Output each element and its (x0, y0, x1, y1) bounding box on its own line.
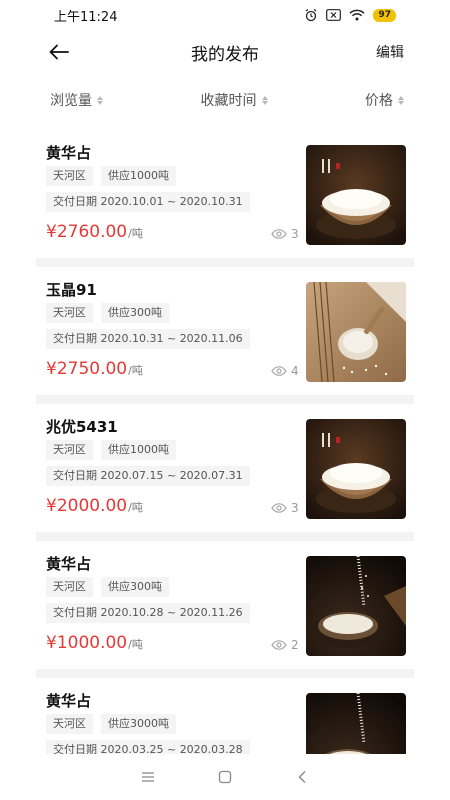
status-icons: 97 (304, 8, 396, 22)
sort-by-views[interactable]: 浏览量 (50, 90, 103, 110)
delivery-date: 交付日期 2020.07.15 ~ 2020.07.31 (46, 466, 250, 486)
price-unit: /吨 (128, 501, 143, 514)
item-name: 黄华占 (46, 555, 92, 573)
price-amount: ¥2000.00 (46, 496, 128, 516)
supply-tag: 供应3000吨 (101, 714, 176, 734)
district-tag: 天河区 (46, 440, 93, 460)
list-item[interactable]: 兆优5431 天河区 供应1000吨 交付日期 2020.07.15 ~ 202… (36, 404, 414, 541)
delivery-date: 交付日期 2020.10.31 ~ 2020.11.06 (46, 329, 250, 349)
back-button[interactable] (46, 40, 72, 64)
price-unit: /吨 (128, 364, 143, 377)
item-tags: 天河区 供应1000吨 (46, 440, 176, 460)
delivery-date: 交付日期 2020.10.28 ~ 2020.11.26 (46, 603, 250, 623)
item-name: 玉晶91 (46, 281, 97, 299)
sort-by-time[interactable]: 收藏时间 (201, 90, 268, 110)
supply-tag: 供应300吨 (101, 303, 169, 323)
district-tag: 天河区 (46, 166, 93, 186)
eye-icon (271, 640, 287, 650)
status-time: 上午11:24 (54, 9, 118, 25)
back-arrow-icon (49, 44, 69, 60)
home-nav-button[interactable] (205, 762, 245, 792)
home-square-icon (218, 770, 232, 784)
rice-bowl-image (306, 419, 406, 519)
delivery-date: 交付日期 2020.10.01 ~ 2020.10.31 (46, 192, 250, 212)
view-count-value: 3 (291, 227, 299, 241)
eye-icon (271, 503, 287, 513)
sort-price-label: 价格 (365, 93, 393, 109)
alarm-icon (306, 8, 317, 22)
battery-badge: 97 (373, 8, 396, 22)
view-count: 3 (271, 501, 299, 515)
price-amount: ¥2750.00 (46, 359, 128, 379)
item-name: 黄华占 (46, 692, 92, 710)
item-tags: 天河区 供应1000吨 (46, 166, 176, 186)
rice-pour-image (306, 556, 406, 656)
eye-icon (271, 229, 287, 239)
sort-views-label: 浏览量 (50, 93, 92, 109)
no-sim-icon (326, 9, 342, 21)
list-item[interactable]: 玉晶91 天河区 供应300吨 交付日期 2020.10.31 ~ 2020.1… (36, 267, 414, 404)
price-amount: ¥2760.00 (46, 222, 128, 242)
view-count: 2 (271, 638, 299, 652)
item-price: ¥1000.00 /吨 (46, 633, 143, 653)
delivery-date: 交付日期 2020.03.25 ~ 2020.03.28 (46, 740, 250, 754)
page-title: 我的发布 (191, 44, 259, 65)
rice-spoon-image (306, 282, 406, 382)
wifi-icon (349, 9, 365, 21)
item-price: ¥2750.00 /吨 (46, 359, 143, 379)
edit-button[interactable]: 编辑 (376, 42, 404, 62)
view-count-value: 2 (291, 638, 299, 652)
sort-bar: 浏览量 收藏时间 价格 (0, 80, 450, 120)
item-name: 黄华占 (46, 144, 92, 162)
supply-tag: 供应1000吨 (101, 440, 176, 460)
publication-list: 黄华占 天河区 供应1000吨 交付日期 2020.10.01 ~ 2020.1… (36, 130, 414, 754)
menu-nav-button[interactable] (128, 762, 168, 792)
district-tag: 天河区 (46, 303, 93, 323)
district-tag: 天河区 (46, 714, 93, 734)
menu-icon (142, 772, 155, 782)
sort-arrows-icon (261, 95, 268, 105)
list-item[interactable]: 黄华占 天河区 供应300吨 交付日期 2020.10.28 ~ 2020.11… (36, 541, 414, 678)
rice-pour-image (306, 693, 406, 754)
price-unit: /吨 (128, 227, 143, 240)
sort-by-price[interactable]: 价格 (365, 90, 404, 110)
sort-arrows-icon (398, 95, 404, 105)
system-nav-bar (0, 754, 450, 800)
view-count: 3 (271, 227, 299, 241)
item-name: 兆优5431 (46, 418, 118, 436)
district-tag: 天河区 (46, 577, 93, 597)
item-tags: 天河区 供应300吨 (46, 577, 169, 597)
price-amount: ¥1000.00 (46, 633, 128, 653)
list-item[interactable]: 黄华占 天河区 供应3000吨 交付日期 2020.03.25 ~ 2020.0… (36, 678, 414, 754)
item-price: ¥2000.00 /吨 (46, 496, 143, 516)
item-tags: 天河区 供应300吨 (46, 303, 169, 323)
view-count-value: 4 (291, 364, 299, 378)
view-count: 4 (271, 364, 299, 378)
back-nav-button[interactable] (282, 762, 322, 792)
view-count-value: 3 (291, 501, 299, 515)
eye-icon (271, 366, 287, 376)
supply-tag: 供应300吨 (101, 577, 169, 597)
item-tags: 天河区 供应3000吨 (46, 714, 176, 734)
sort-arrows-icon (97, 95, 103, 105)
item-price: ¥2760.00 /吨 (46, 222, 143, 242)
price-unit: /吨 (128, 638, 143, 651)
status-bar: 上午11:24 97 (0, 0, 450, 30)
supply-tag: 供应1000吨 (101, 166, 176, 186)
header: 我的发布 编辑 (0, 30, 450, 74)
list-item[interactable]: 黄华占 天河区 供应1000吨 交付日期 2020.10.01 ~ 2020.1… (36, 130, 414, 267)
sort-time-label: 收藏时间 (200, 93, 257, 109)
chevron-left-icon (298, 771, 306, 783)
rice-bowl-image (306, 145, 406, 245)
